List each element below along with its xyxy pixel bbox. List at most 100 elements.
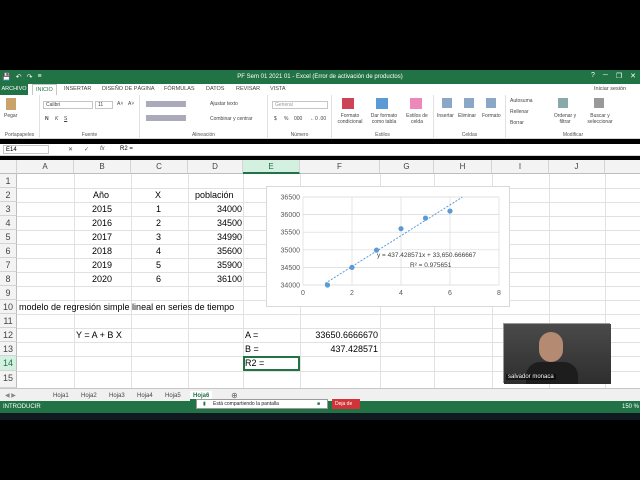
cell-e12[interactable]: A =: [245, 330, 258, 340]
merge-center-button[interactable]: Combinar y centrar: [210, 116, 253, 122]
paste-icon[interactable]: [6, 98, 16, 110]
format-table-button[interactable]: Dar formato como tabla: [368, 113, 400, 125]
tab-vista[interactable]: VISTA: [270, 86, 286, 92]
row-header[interactable]: 7: [0, 258, 17, 272]
column-header[interactable]: A: [17, 160, 74, 174]
cell-d5[interactable]: 34990: [188, 232, 242, 242]
sheet-tab[interactable]: Hoja2: [78, 391, 100, 401]
row-header[interactable]: 6: [0, 244, 17, 258]
column-header-selected[interactable]: E: [243, 160, 300, 174]
signin-link[interactable]: Iniciar sesión: [594, 86, 626, 92]
scatter-chart[interactable]: 34000 34500 35000 35500 36000 36500 0 2 4 6 8 y = 4…: [266, 186, 510, 307]
cell-b5[interactable]: 2017: [92, 232, 112, 242]
number-format-select[interactable]: General: [272, 101, 328, 109]
font-family-select[interactable]: Calibri: [43, 101, 93, 109]
align-bottom-icons[interactable]: [146, 115, 186, 121]
tab-revisar[interactable]: REVISAR: [236, 86, 260, 92]
delete-cells-button[interactable]: Eliminar: [458, 113, 476, 119]
autosum-button[interactable]: Autosuma: [510, 98, 533, 104]
tab-datos[interactable]: DATOS: [206, 86, 224, 92]
column-header[interactable]: I: [492, 160, 549, 174]
shrink-font-button[interactable]: A˅: [128, 101, 134, 107]
cell-d2[interactable]: población: [195, 190, 234, 200]
cell-b7[interactable]: 2019: [92, 260, 112, 270]
row-header[interactable]: 5: [0, 230, 17, 244]
cell-c6[interactable]: 4: [156, 246, 161, 256]
bold-button[interactable]: N: [45, 116, 49, 122]
cell-styles-button[interactable]: Estilos de celda: [402, 113, 432, 125]
tab-file[interactable]: ARCHIVO: [0, 84, 28, 95]
cell-b12[interactable]: Y = A + B X: [76, 330, 122, 340]
delete-cells-icon[interactable]: [464, 98, 474, 108]
italic-button[interactable]: K: [55, 116, 58, 122]
insert-cells-button[interactable]: Insertar: [437, 113, 454, 119]
select-all-corner[interactable]: [0, 160, 17, 174]
name-box[interactable]: E14: [3, 145, 49, 154]
cell-b4[interactable]: 2016: [92, 218, 112, 228]
cell-d3[interactable]: 34000: [188, 204, 242, 214]
cell-c2[interactable]: X: [155, 190, 161, 200]
cell-f13[interactable]: 437.428571: [300, 344, 378, 354]
tab-formulas[interactable]: FÓRMULAS: [164, 86, 195, 92]
cell-b8[interactable]: 2020: [92, 274, 112, 284]
cancel-icon[interactable]: ✕: [68, 146, 73, 153]
find-select-icon[interactable]: [594, 98, 604, 108]
sheet-tab[interactable]: Hoja4: [134, 391, 156, 401]
format-cells-button[interactable]: Formato: [482, 113, 501, 119]
formula-input[interactable]: R2 =: [120, 146, 133, 152]
sheet-tab[interactable]: Hoja5: [162, 391, 184, 401]
underline-button[interactable]: S: [64, 116, 67, 122]
row-header[interactable]: 12: [0, 328, 17, 342]
row-header[interactable]: 3: [0, 202, 17, 216]
font-size-select[interactable]: 11: [95, 101, 113, 109]
row-header[interactable]: 2: [0, 188, 17, 202]
tab-inicio[interactable]: INICIO: [32, 84, 57, 95]
cell-d4[interactable]: 34500: [188, 218, 242, 228]
column-header[interactable]: C: [131, 160, 188, 174]
active-cell-outline[interactable]: [243, 356, 300, 371]
fill-button[interactable]: Rellenar: [510, 109, 529, 115]
column-header[interactable]: B: [74, 160, 131, 174]
close-button[interactable]: ✕: [630, 72, 636, 80]
zoom-level[interactable]: 150 %: [622, 404, 639, 410]
tab-diseno[interactable]: DISEÑO DE PÁGINA: [102, 86, 155, 92]
column-header[interactable]: J: [549, 160, 605, 174]
insert-cells-icon[interactable]: [442, 98, 452, 108]
clear-button[interactable]: Borrar: [510, 120, 524, 126]
cell-c4[interactable]: 2: [156, 218, 161, 228]
row-header[interactable]: 1: [0, 174, 17, 188]
cell-d7[interactable]: 35900: [188, 260, 242, 270]
sheet-tab[interactable]: Hoja1: [50, 391, 72, 401]
row-header[interactable]: 10: [0, 300, 17, 314]
fx-icon[interactable]: fx: [100, 146, 105, 152]
cell-c7[interactable]: 5: [156, 260, 161, 270]
tab-insertar[interactable]: INSERTAR: [64, 86, 91, 92]
row-header[interactable]: 15: [0, 371, 17, 388]
cell-c8[interactable]: 6: [156, 274, 161, 284]
cell-e13[interactable]: B =: [245, 344, 259, 354]
sort-filter-button[interactable]: Ordenar y filtrar: [550, 113, 580, 125]
row-header-selected[interactable]: 14: [0, 356, 17, 371]
column-header[interactable]: F: [300, 160, 380, 174]
cell-d6[interactable]: 35600: [188, 246, 242, 256]
column-header[interactable]: G: [380, 160, 434, 174]
row-header[interactable]: 4: [0, 216, 17, 230]
cell-d8[interactable]: 36100: [188, 274, 242, 284]
restore-button[interactable]: ❐: [616, 72, 622, 80]
decimals-button[interactable]: ←0 .00: [310, 116, 326, 122]
format-cells-icon[interactable]: [486, 98, 496, 108]
format-table-icon[interactable]: [376, 98, 388, 109]
align-top-icons[interactable]: [146, 101, 186, 107]
cell-styles-icon[interactable]: [410, 98, 422, 109]
enter-icon[interactable]: ✓: [84, 146, 89, 153]
cell-c3[interactable]: 1: [156, 204, 161, 214]
find-select-button[interactable]: Buscar y seleccionar: [582, 113, 618, 125]
stop-sharing-button[interactable]: Deja de: [332, 399, 360, 409]
help-button[interactable]: ?: [591, 72, 595, 80]
sheet-tab[interactable]: Hoja3: [106, 391, 128, 401]
conditional-format-icon[interactable]: [342, 98, 354, 109]
sort-filter-icon[interactable]: [558, 98, 568, 108]
thousands-button[interactable]: 000: [294, 116, 302, 122]
sheet-nav-icons[interactable]: ◀ ▶: [2, 391, 19, 401]
wrap-text-button[interactable]: Ajustar texto: [210, 101, 238, 107]
